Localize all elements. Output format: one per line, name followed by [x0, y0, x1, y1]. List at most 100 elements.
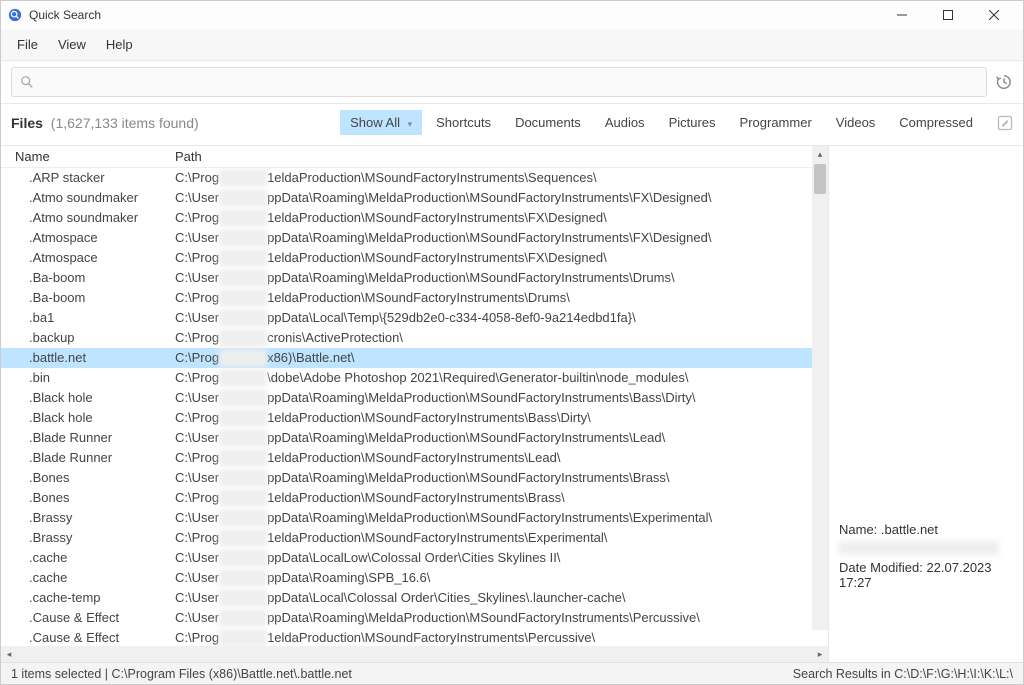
status-right: Search Results in C:\D:\F:\G:\H:\I:\K:\L… — [793, 667, 1013, 681]
cell-path: C:\UserxxxxxppData\Roaming\MeldaProducti… — [161, 508, 828, 528]
horizontal-scrollbar[interactable]: ◂ ▸ — [1, 646, 828, 662]
table-row[interactable]: .AtmospaceC:\Progxxxxx1eldaProduction\MS… — [1, 248, 828, 268]
cell-path: C:\Progxxxxx1eldaProduction\MSoundFactor… — [161, 528, 828, 548]
filter-tabs: Show All ▾ Shortcuts Documents Audios Pi… — [340, 110, 1013, 135]
cell-path: C:\Progxxxxx1eldaProduction\MSoundFactor… — [161, 288, 828, 308]
preview-name-label: Name: — [839, 522, 877, 537]
cell-path: C:\UserxxxxxppData\Local\Temp\{529db2e0-… — [161, 308, 828, 328]
menu-view[interactable]: View — [48, 33, 96, 56]
window-controls — [879, 1, 1017, 29]
table-row[interactable]: .BonesC:\Progxxxxx1eldaProduction\MSound… — [1, 488, 828, 508]
cell-name: .Ba-boom — [1, 268, 161, 288]
search-icon — [20, 75, 34, 89]
cell-path: C:\UserxxxxxppData\Local\Colossal Order\… — [161, 588, 828, 608]
cell-path: C:\UserxxxxxppData\Roaming\MeldaProducti… — [161, 228, 828, 248]
filter-show-all[interactable]: Show All ▾ — [340, 110, 422, 135]
table-row[interactable]: .Atmo soundmakerC:\Progxxxxx1eldaProduct… — [1, 208, 828, 228]
filter-audios[interactable]: Audios — [595, 110, 655, 135]
files-label: Files — [11, 115, 43, 131]
cell-path: C:\UserxxxxxppData\Roaming\MeldaProducti… — [161, 608, 828, 628]
minimize-button[interactable] — [879, 1, 925, 29]
table-row[interactable]: .BonesC:\UserxxxxxppData\Roaming\MeldaPr… — [1, 468, 828, 488]
filter-show-all-label: Show All — [350, 115, 400, 130]
maximize-button[interactable] — [925, 1, 971, 29]
titlebar: Quick Search — [1, 1, 1023, 29]
table-row[interactable]: .Atmo soundmakerC:\UserxxxxxppData\Roami… — [1, 188, 828, 208]
table-row[interactable]: .Black holeC:\UserxxxxxppData\Roaming\Me… — [1, 388, 828, 408]
statusbar: 1 items selected | C:\Program Files (x86… — [1, 662, 1023, 684]
main-content: Name Path .ARP stackerC:\Progxxxxx1eldaP… — [1, 145, 1023, 662]
cell-name: .Cause & Effect — [1, 628, 161, 646]
cell-path: C:\UserxxxxxppData\Roaming\MeldaProducti… — [161, 468, 828, 488]
cell-name: .Atmo soundmaker — [1, 208, 161, 228]
scroll-up-icon[interactable]: ▴ — [812, 146, 828, 162]
cell-path: C:\UserxxxxxppData\Roaming\MeldaProducti… — [161, 188, 828, 208]
table-row[interactable]: .ARP stackerC:\Progxxxxx1eldaProduction\… — [1, 168, 828, 189]
close-button[interactable] — [971, 1, 1017, 29]
table-row[interactable]: .BrassyC:\UserxxxxxppData\Roaming\MeldaP… — [1, 508, 828, 528]
cell-path: C:\Progxxxxx1eldaProduction\MSoundFactor… — [161, 248, 828, 268]
table-row[interactable]: .backupC:\Progxxxxxcronis\ActiveProtecti… — [1, 328, 828, 348]
vertical-scrollbar[interactable]: ▴ — [812, 146, 828, 630]
cell-name: .Blade Runner — [1, 448, 161, 468]
col-path[interactable]: Path — [161, 146, 828, 168]
table-row[interactable]: .Black holeC:\Progxxxxx1eldaProduction\M… — [1, 408, 828, 428]
cell-name: .Atmospace — [1, 248, 161, 268]
files-count: Files (1,627,133 items found) — [11, 115, 199, 131]
cell-name: .Bones — [1, 488, 161, 508]
table-row[interactable]: .cache-tempC:\UserxxxxxppData\Local\Colo… — [1, 588, 828, 608]
filter-shortcuts[interactable]: Shortcuts — [426, 110, 501, 135]
table-row[interactable]: .Ba-boomC:\Progxxxxx1eldaProduction\MSou… — [1, 288, 828, 308]
history-icon[interactable] — [995, 73, 1013, 91]
cell-path: C:\Progxxxxx1eldaProduction\MSoundFactor… — [161, 448, 828, 468]
filter-pictures[interactable]: Pictures — [659, 110, 726, 135]
table-row[interactable]: .ba1C:\UserxxxxxppData\Local\Temp\{529db… — [1, 308, 828, 328]
search-field[interactable] — [11, 67, 987, 97]
filter-compressed[interactable]: Compressed — [889, 110, 983, 135]
preview-name-value: .battle.net — [881, 522, 938, 537]
table-row[interactable]: .battle.netC:\Progxxxxxx86)\Battle.net\ — [1, 348, 828, 368]
table-row[interactable]: .cacheC:\UserxxxxxppData\LocalLow\Coloss… — [1, 548, 828, 568]
searchbar-row — [1, 61, 1023, 104]
search-input[interactable] — [40, 75, 978, 90]
app-icon — [7, 7, 23, 23]
cell-path: C:\UserxxxxxppData\Roaming\MeldaProducti… — [161, 268, 828, 288]
table-row[interactable]: .Cause & EffectC:\UserxxxxxppData\Roamin… — [1, 608, 828, 628]
files-count-value: (1,627,133 items found) — [51, 115, 199, 131]
cell-name: .battle.net — [1, 348, 161, 368]
menu-file[interactable]: File — [7, 33, 48, 56]
menubar: File View Help — [1, 29, 1023, 61]
table-row[interactable]: .cacheC:\UserxxxxxppData\Roaming\SPB_16.… — [1, 568, 828, 588]
filter-programmer[interactable]: Programmer — [730, 110, 822, 135]
col-name[interactable]: Name — [1, 146, 161, 168]
scroll-left-icon[interactable]: ◂ — [1, 649, 17, 660]
table-row[interactable]: .BrassyC:\Progxxxxx1eldaProduction\MSoun… — [1, 528, 828, 548]
table-row[interactable]: .Ba-boomC:\UserxxxxxppData\Roaming\Melda… — [1, 268, 828, 288]
window-title: Quick Search — [29, 8, 101, 22]
cell-path: C:\Progxxxxxcronis\ActiveProtection\ — [161, 328, 828, 348]
edit-filters-icon[interactable] — [997, 115, 1013, 131]
cell-name: .Ba-boom — [1, 288, 161, 308]
cell-path: C:\Progxxxxx1eldaProduction\MSoundFactor… — [161, 628, 828, 646]
table-row[interactable]: .AtmospaceC:\UserxxxxxppData\Roaming\Mel… — [1, 228, 828, 248]
table-row[interactable]: .binC:\Progxxxxx\dobe\Adobe Photoshop 20… — [1, 368, 828, 388]
table-row[interactable]: .Blade RunnerC:\Progxxxxx1eldaProduction… — [1, 448, 828, 468]
table-row[interactable]: .Blade RunnerC:\UserxxxxxppData\Roaming\… — [1, 428, 828, 448]
preview-date: Date Modified: 22.07.2023 17:27 — [839, 560, 1013, 590]
cell-path: C:\Progxxxxx\dobe\Adobe Photoshop 2021\R… — [161, 368, 828, 388]
cell-path: C:\Progxxxxxx86)\Battle.net\ — [161, 348, 828, 368]
table-row[interactable]: .Cause & EffectC:\Progxxxxx1eldaProducti… — [1, 628, 828, 646]
scroll-right-icon[interactable]: ▸ — [812, 649, 828, 660]
scroll-thumb[interactable] — [814, 164, 826, 194]
cell-path: C:\Progxxxxx1eldaProduction\MSoundFactor… — [161, 168, 828, 189]
menu-help[interactable]: Help — [96, 33, 143, 56]
cell-name: .cache — [1, 568, 161, 588]
filterbar: Files (1,627,133 items found) Show All ▾… — [1, 104, 1023, 145]
filter-videos[interactable]: Videos — [826, 110, 886, 135]
list-area: Name Path .ARP stackerC:\Progxxxxx1eldaP… — [1, 146, 828, 662]
table-wrapper: Name Path .ARP stackerC:\Progxxxxx1eldaP… — [1, 146, 828, 646]
cell-name: .cache-temp — [1, 588, 161, 608]
cell-path: C:\UserxxxxxppData\Roaming\MeldaProducti… — [161, 388, 828, 408]
cell-name: .cache — [1, 548, 161, 568]
filter-documents[interactable]: Documents — [505, 110, 591, 135]
